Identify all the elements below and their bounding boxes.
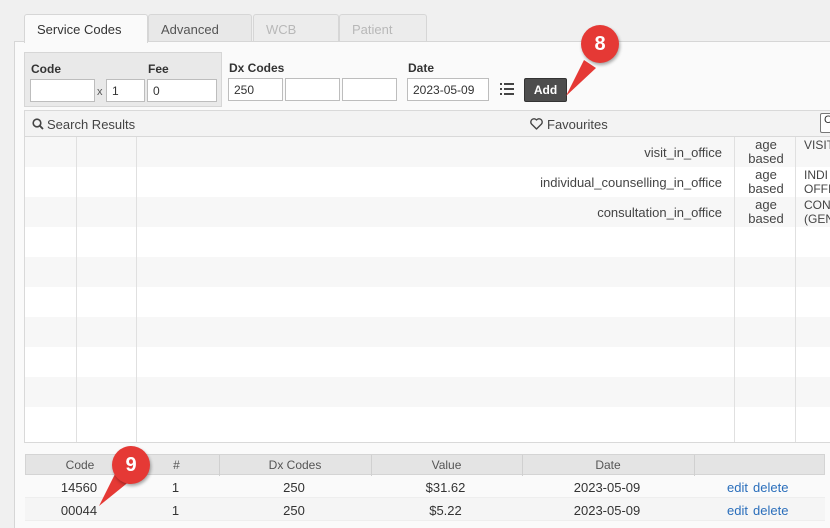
date-input[interactable] — [407, 78, 489, 101]
favourite-age-consultation: age based — [748, 197, 784, 226]
table-row: 00044 1 250 $5.22 2023-05-09 edit delete — [25, 498, 825, 521]
column-header-date: Date — [595, 458, 621, 472]
cell-count: 1 — [171, 503, 180, 518]
callout-8-arrow — [566, 60, 596, 96]
favourite-name-counselling[interactable]: individual_counselling_in_office — [540, 175, 722, 190]
code-input[interactable] — [30, 79, 95, 102]
favourites-filter-button[interactable]: C — [820, 113, 830, 133]
cell-value: $5.22 — [429, 503, 462, 518]
favourite-desc-consultation: CON (GEN — [804, 198, 830, 226]
cell-value: $31.62 — [425, 480, 466, 495]
delete-link[interactable]: delete — [753, 503, 788, 518]
tab-service-codes[interactable]: Service Codes — [24, 14, 148, 43]
callout-8-badge: 8 — [581, 25, 619, 63]
cell-dx-codes: 250 — [283, 480, 305, 495]
dx-codes-label: Dx Codes — [229, 61, 285, 75]
favourite-desc-visit: VISIT — [804, 138, 830, 152]
edit-link[interactable]: edit — [727, 503, 748, 518]
favourite-desc-counselling: INDI OFFI — [804, 168, 830, 196]
dx-code-1-input[interactable] — [228, 78, 283, 101]
code-label: Code — [31, 62, 61, 76]
fee-label: Fee — [148, 62, 169, 76]
heart-icon — [530, 118, 543, 130]
edit-link[interactable]: edit — [727, 480, 748, 495]
list-icon[interactable] — [500, 83, 514, 95]
column-header-dx-codes: Dx Codes — [268, 458, 322, 472]
callout-9-badge: 9 — [112, 446, 150, 484]
units-input[interactable] — [106, 79, 145, 102]
cell-date: 2023-05-09 — [573, 480, 641, 495]
dx-code-2-input[interactable] — [285, 78, 340, 101]
search-results-title: Search Results — [47, 117, 136, 132]
favourite-age-visit: age based — [748, 137, 784, 166]
dx-code-3-input[interactable] — [342, 78, 397, 101]
cell-count: 1 — [171, 480, 180, 495]
table-row: 14560 1 250 $31.62 2023-05-09 edit delet… — [25, 475, 825, 498]
favourite-age-counselling: age based — [748, 167, 784, 196]
tab-advanced[interactable]: Advanced — [148, 14, 252, 42]
column-header-value: Value — [431, 458, 462, 472]
fee-input[interactable] — [147, 79, 217, 102]
search-icon — [32, 118, 44, 130]
multiplier-separator: x — [97, 86, 103, 98]
date-label: Date — [408, 61, 435, 75]
tab-patient: Patient — [339, 14, 427, 42]
delete-link[interactable]: delete — [753, 480, 788, 495]
favourites-title: Favourites — [547, 117, 608, 132]
cell-date: 2023-05-09 — [573, 503, 641, 518]
search-results-grid[interactable] — [24, 137, 525, 443]
favourite-name-visit[interactable]: visit_in_office — [644, 145, 722, 160]
search-results-header: Search Results — [24, 110, 524, 137]
tab-wcb: WCB — [253, 14, 339, 42]
tab-bar: Service Codes Advanced WCB Patient — [24, 14, 830, 43]
favourite-name-consultation[interactable]: consultation_in_office — [597, 205, 722, 220]
favourites-header: Favourites — [524, 110, 830, 137]
cell-dx-codes: 250 — [283, 503, 305, 518]
